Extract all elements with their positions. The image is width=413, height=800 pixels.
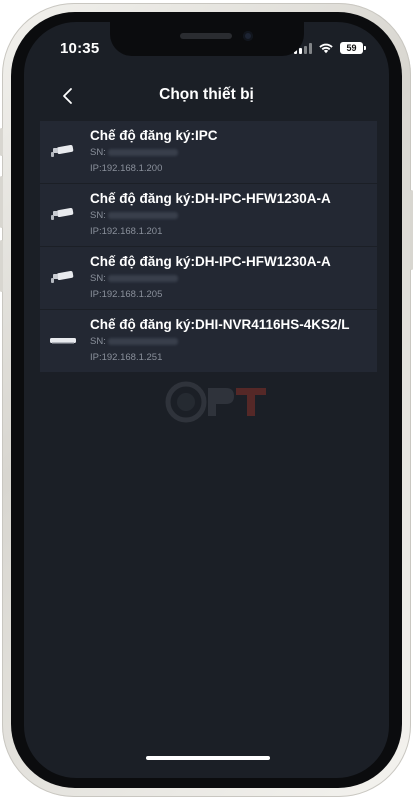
- sn-label: SN:: [90, 210, 106, 221]
- sn-label: SN:: [90, 336, 106, 347]
- device-item[interactable]: Chế độ đăng ký:DH-IPC-HFW1230A-A SN: IP:…: [40, 247, 377, 310]
- battery-level: 59: [346, 43, 357, 53]
- device-model: Chế độ đăng ký:IPC: [90, 128, 218, 143]
- bullet-camera-icon: [51, 144, 74, 157]
- device-model: Chế độ đăng ký:DH-IPC-HFW1230A-A: [90, 191, 331, 206]
- sn-redacted: [107, 337, 178, 345]
- device-details: Chế độ đăng ký:DHI-NVR4116HS-4KS2/L SN: …: [90, 316, 371, 366]
- device-item[interactable]: Chế độ đăng ký:DH-IPC-HFW1230A-A SN: IP:…: [40, 184, 377, 247]
- device-details: Chế độ đăng ký:IPC SN: IP:192.168.1.200: [90, 127, 371, 177]
- earpiece-speaker: [180, 33, 232, 39]
- volume-up-button: [0, 176, 3, 228]
- front-camera-icon: [243, 31, 253, 41]
- sn-label: SN:: [90, 147, 106, 158]
- watermark-graphic: [165, 381, 266, 423]
- device-details: Chế độ đăng ký:DH-IPC-HFW1230A-A SN: IP:…: [90, 253, 371, 303]
- device-ip: IP:192.168.1.251: [90, 352, 163, 363]
- device-ip: IP:192.168.1.201: [90, 226, 163, 237]
- screen: 10:35 59 Chọn thiết bị Chế độ đăng ký:IP…: [24, 22, 389, 778]
- device-ip: IP:192.168.1.205: [90, 289, 163, 300]
- notch: [110, 22, 304, 56]
- silent-switch: [0, 128, 3, 156]
- battery-icon: 59: [340, 42, 366, 54]
- watermark-logo: [164, 380, 274, 438]
- device-model: Chế độ đăng ký:DHI-NVR4116HS-4KS2/L: [90, 317, 350, 332]
- device-item[interactable]: Chế độ đăng ký:DHI-NVR4116HS-4KS2/L SN: …: [40, 310, 377, 373]
- device-sn: SN:: [90, 271, 371, 287]
- home-indicator[interactable]: [146, 756, 270, 760]
- sn-redacted: [107, 274, 178, 282]
- status-time: 10:35: [60, 40, 100, 57]
- bullet-camera-icon: [51, 270, 74, 283]
- volume-down-button: [0, 240, 3, 292]
- device-sn: SN:: [90, 145, 371, 161]
- nvr-recorder-icon: [50, 338, 76, 344]
- sn-redacted: [107, 148, 178, 156]
- device-list: Chế độ đăng ký:IPC SN: IP:192.168.1.200 …: [40, 121, 377, 373]
- device-sn: SN:: [90, 334, 371, 350]
- device-sn: SN:: [90, 208, 371, 224]
- device-ip: IP:192.168.1.200: [90, 163, 163, 174]
- sn-label: SN:: [90, 273, 106, 284]
- nav-bar: Chọn thiết bị: [24, 74, 389, 118]
- device-details: Chế độ đăng ký:DH-IPC-HFW1230A-A SN: IP:…: [90, 190, 371, 240]
- device-item[interactable]: Chế độ đăng ký:IPC SN: IP:192.168.1.200: [40, 121, 377, 184]
- device-model: Chế độ đăng ký:DH-IPC-HFW1230A-A: [90, 254, 331, 269]
- sn-redacted: [107, 211, 178, 219]
- wifi-icon: [319, 43, 333, 54]
- status-icons: 59: [294, 42, 366, 54]
- bullet-camera-icon: [51, 207, 74, 220]
- page-title: Chọn thiết bị: [159, 86, 254, 103]
